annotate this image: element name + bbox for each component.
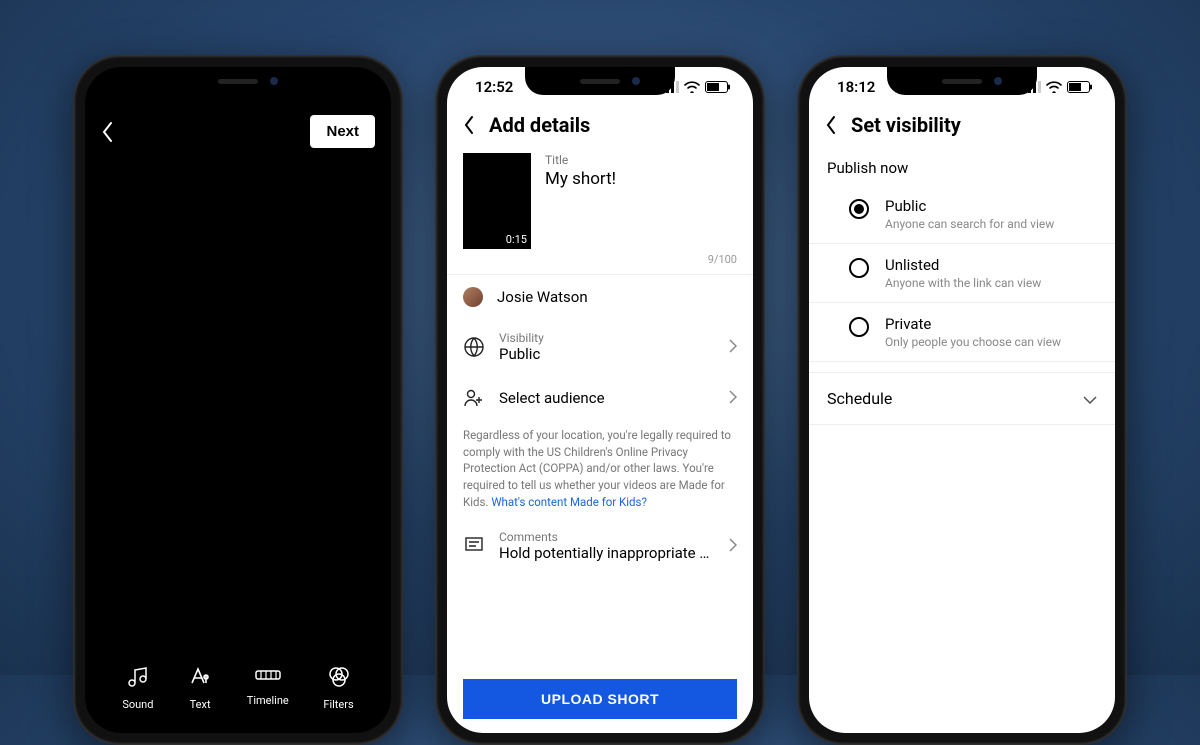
visibility-value: Public (499, 345, 715, 363)
tool-filters[interactable]: Filters (323, 665, 353, 711)
avatar (463, 287, 483, 307)
publish-now-heading: Publish now (809, 147, 1115, 185)
comments-value: Hold potentially inappropriate com… (499, 544, 715, 562)
screen-editor: Next Sound Text Timeline (85, 67, 391, 733)
text-icon (188, 665, 212, 692)
radio-unselected-icon (849, 317, 869, 337)
back-icon[interactable] (101, 121, 115, 143)
upload-short-button[interactable]: UPLOAD SHORT (463, 679, 737, 719)
legal-text: Regardless of your location, you're lega… (447, 421, 753, 518)
filters-icon (327, 665, 351, 692)
people-icon (463, 387, 485, 409)
option-title: Public (885, 197, 1054, 215)
screen-add-details: 12:52 Add details 0:15 Title My short! 9… (447, 67, 753, 733)
audience-label: Select audience (499, 389, 715, 407)
visibility-option-public[interactable]: Public Anyone can search for and view (809, 185, 1115, 244)
user-row: Josie Watson (447, 275, 753, 319)
battery-icon (705, 81, 731, 93)
notch (525, 67, 675, 95)
battery-icon (1067, 81, 1093, 93)
comments-label: Comments (499, 530, 715, 544)
option-title: Private (885, 315, 1061, 333)
user-name: Josie Watson (497, 288, 737, 306)
notch (887, 67, 1037, 95)
duration-badge: 0:15 (506, 233, 527, 246)
phone-set-visibility: 18:12 Set visibility Publish now Public … (797, 55, 1127, 745)
tool-label: Filters (323, 698, 353, 711)
page-title: Add details (489, 113, 590, 137)
legal-link[interactable]: What's content Made for Kids? (491, 495, 647, 509)
audience-row[interactable]: Select audience (447, 375, 753, 421)
chevron-right-icon (729, 338, 737, 357)
tool-label: Sound (122, 698, 153, 711)
music-note-icon (126, 665, 150, 692)
visibility-option-unlisted[interactable]: Unlisted Anyone with the link can view (809, 244, 1115, 303)
wifi-icon (1046, 81, 1062, 93)
chevron-down-icon (1083, 389, 1097, 408)
visibility-option-private[interactable]: Private Only people you choose can view (809, 303, 1115, 362)
status-time: 12:52 (475, 78, 513, 96)
video-thumbnail[interactable]: 0:15 (463, 153, 531, 249)
option-subtitle: Only people you choose can view (885, 335, 1061, 349)
option-subtitle: Anyone can search for and view (885, 217, 1054, 231)
tool-label: Timeline (247, 694, 289, 707)
tool-text[interactable]: Text (188, 665, 212, 711)
chevron-right-icon (729, 389, 737, 408)
comment-icon (463, 536, 485, 556)
notch (163, 67, 313, 95)
status-time: 18:12 (837, 78, 875, 96)
page-title: Set visibility (851, 113, 961, 137)
option-subtitle: Anyone with the link can view (885, 276, 1041, 290)
char-count: 9/100 (447, 253, 753, 274)
back-icon[interactable] (825, 115, 837, 135)
visibility-label: Visibility (499, 331, 715, 345)
radio-selected-icon (849, 199, 869, 219)
title-label: Title (545, 153, 737, 167)
title-input[interactable]: My short! (545, 169, 737, 189)
comments-row[interactable]: Comments Hold potentially inappropriate … (447, 518, 753, 574)
timeline-icon (255, 665, 281, 688)
schedule-row[interactable]: Schedule (809, 372, 1115, 425)
screen-set-visibility: 18:12 Set visibility Publish now Public … (809, 67, 1115, 733)
tool-label: Text (190, 698, 211, 711)
next-button[interactable]: Next (310, 115, 375, 148)
tool-sound[interactable]: Sound (122, 665, 153, 711)
globe-icon (463, 336, 485, 358)
visibility-row[interactable]: Visibility Public (447, 319, 753, 375)
phone-editor: Next Sound Text Timeline (73, 55, 403, 745)
back-icon[interactable] (463, 115, 475, 135)
phone-add-details: 12:52 Add details 0:15 Title My short! 9… (435, 55, 765, 745)
tool-timeline[interactable]: Timeline (247, 665, 289, 711)
schedule-label: Schedule (827, 389, 892, 408)
option-title: Unlisted (885, 256, 1041, 274)
wifi-icon (684, 81, 700, 93)
title-section[interactable]: 0:15 Title My short! (447, 147, 753, 253)
radio-unselected-icon (849, 258, 869, 278)
chevron-right-icon (729, 537, 737, 556)
